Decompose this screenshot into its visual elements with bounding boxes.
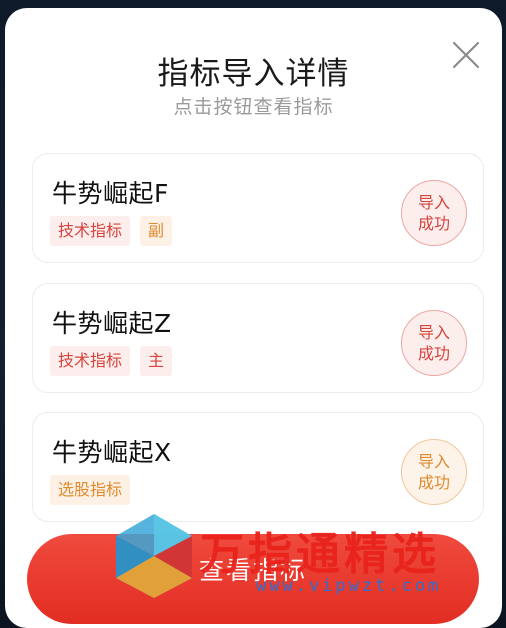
indicator-type-tag: 技术指标 (50, 216, 131, 246)
indicator-type-tag: 技术指标 (50, 346, 131, 376)
indicator-name: 牛势崛起X (52, 438, 172, 467)
import-status-badge: 导入 成功 (401, 439, 467, 505)
indicator-name: 牛势崛起Z (52, 309, 172, 338)
status-text-line1: 导入 (417, 323, 450, 342)
indicator-card[interactable]: 牛势崛起X 选股指标 导入 成功 (32, 412, 484, 522)
indicator-tags: 选股指标 (50, 475, 131, 505)
indicator-position-tag: 主 (140, 346, 173, 376)
import-status-badge: 导入 成功 (401, 180, 467, 246)
import-status-badge: 导入 成功 (401, 310, 467, 376)
status-text-line1: 导入 (417, 193, 450, 212)
close-button[interactable] (451, 40, 481, 70)
indicator-card[interactable]: 牛势崛起Z 技术指标 主 导入 成功 (32, 283, 484, 393)
indicator-card[interactable]: 牛势崛起F 技术指标 副 导入 成功 (32, 153, 484, 263)
view-indicators-button[interactable]: 查看指标 (27, 534, 479, 624)
status-text-line2: 成功 (417, 473, 450, 492)
status-text-line1: 导入 (417, 452, 450, 471)
dialog-subtitle: 点击按钮查看指标 (173, 96, 334, 118)
close-icon (452, 41, 480, 69)
status-text-line2: 成功 (417, 214, 450, 233)
indicator-type-tag: 选股指标 (50, 475, 131, 505)
indicator-tags: 技术指标 主 (50, 346, 173, 376)
status-text-line2: 成功 (417, 344, 450, 363)
indicator-name: 牛势崛起F (52, 179, 169, 208)
dialog-title: 指标导入详情 (157, 56, 350, 92)
indicator-position-tag: 副 (140, 216, 173, 246)
indicator-tags: 技术指标 副 (50, 216, 173, 246)
